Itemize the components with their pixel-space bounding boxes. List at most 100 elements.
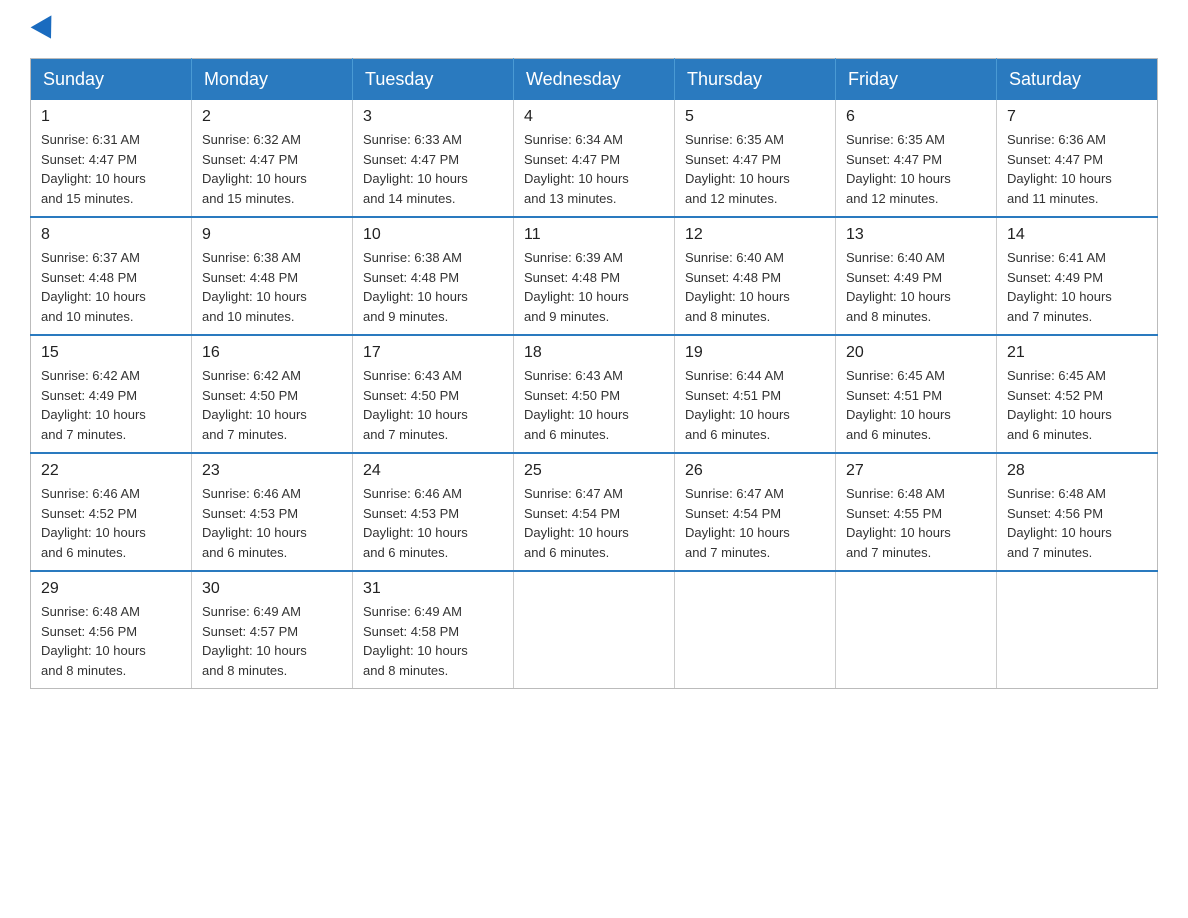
- day-info: Sunrise: 6:38 AMSunset: 4:48 PMDaylight:…: [363, 250, 468, 324]
- day-info: Sunrise: 6:48 AMSunset: 4:55 PMDaylight:…: [846, 486, 951, 560]
- logo: [30, 20, 58, 40]
- calendar-cell: 4 Sunrise: 6:34 AMSunset: 4:47 PMDayligh…: [514, 100, 675, 217]
- calendar-cell: 17 Sunrise: 6:43 AMSunset: 4:50 PMDaylig…: [353, 335, 514, 453]
- calendar-cell: 27 Sunrise: 6:48 AMSunset: 4:55 PMDaylig…: [836, 453, 997, 571]
- calendar-cell: 5 Sunrise: 6:35 AMSunset: 4:47 PMDayligh…: [675, 100, 836, 217]
- day-info: Sunrise: 6:38 AMSunset: 4:48 PMDaylight:…: [202, 250, 307, 324]
- day-info: Sunrise: 6:40 AMSunset: 4:49 PMDaylight:…: [846, 250, 951, 324]
- day-info: Sunrise: 6:36 AMSunset: 4:47 PMDaylight:…: [1007, 132, 1112, 206]
- day-info: Sunrise: 6:43 AMSunset: 4:50 PMDaylight:…: [363, 368, 468, 442]
- calendar-cell: 13 Sunrise: 6:40 AMSunset: 4:49 PMDaylig…: [836, 217, 997, 335]
- calendar-cell: 6 Sunrise: 6:35 AMSunset: 4:47 PMDayligh…: [836, 100, 997, 217]
- day-info: Sunrise: 6:37 AMSunset: 4:48 PMDaylight:…: [41, 250, 146, 324]
- day-number: 5: [685, 108, 825, 126]
- calendar-cell: 20 Sunrise: 6:45 AMSunset: 4:51 PMDaylig…: [836, 335, 997, 453]
- day-header-thursday: Thursday: [675, 59, 836, 101]
- calendar-cell: 21 Sunrise: 6:45 AMSunset: 4:52 PMDaylig…: [997, 335, 1158, 453]
- calendar-cell: 11 Sunrise: 6:39 AMSunset: 4:48 PMDaylig…: [514, 217, 675, 335]
- day-info: Sunrise: 6:42 AMSunset: 4:49 PMDaylight:…: [41, 368, 146, 442]
- calendar-body: 1 Sunrise: 6:31 AMSunset: 4:47 PMDayligh…: [31, 100, 1158, 689]
- week-row-4: 22 Sunrise: 6:46 AMSunset: 4:52 PMDaylig…: [31, 453, 1158, 571]
- calendar-cell: 8 Sunrise: 6:37 AMSunset: 4:48 PMDayligh…: [31, 217, 192, 335]
- day-number: 7: [1007, 108, 1147, 126]
- day-header-sunday: Sunday: [31, 59, 192, 101]
- day-number: 31: [363, 580, 503, 598]
- calendar-cell: 2 Sunrise: 6:32 AMSunset: 4:47 PMDayligh…: [192, 100, 353, 217]
- calendar-cell: 1 Sunrise: 6:31 AMSunset: 4:47 PMDayligh…: [31, 100, 192, 217]
- day-number: 3: [363, 108, 503, 126]
- calendar-cell: 26 Sunrise: 6:47 AMSunset: 4:54 PMDaylig…: [675, 453, 836, 571]
- day-number: 18: [524, 344, 664, 362]
- calendar-cell: 22 Sunrise: 6:46 AMSunset: 4:52 PMDaylig…: [31, 453, 192, 571]
- day-info: Sunrise: 6:49 AMSunset: 4:58 PMDaylight:…: [363, 604, 468, 678]
- day-header-wednesday: Wednesday: [514, 59, 675, 101]
- day-number: 12: [685, 226, 825, 244]
- day-info: Sunrise: 6:33 AMSunset: 4:47 PMDaylight:…: [363, 132, 468, 206]
- day-number: 24: [363, 462, 503, 480]
- calendar-cell: 16 Sunrise: 6:42 AMSunset: 4:50 PMDaylig…: [192, 335, 353, 453]
- day-number: 14: [1007, 226, 1147, 244]
- day-info: Sunrise: 6:40 AMSunset: 4:48 PMDaylight:…: [685, 250, 790, 324]
- day-number: 1: [41, 108, 181, 126]
- day-number: 25: [524, 462, 664, 480]
- calendar-cell: 24 Sunrise: 6:46 AMSunset: 4:53 PMDaylig…: [353, 453, 514, 571]
- calendar-cell: [997, 571, 1158, 689]
- day-number: 27: [846, 462, 986, 480]
- calendar-cell: 15 Sunrise: 6:42 AMSunset: 4:49 PMDaylig…: [31, 335, 192, 453]
- day-number: 30: [202, 580, 342, 598]
- logo-triangle-icon: [31, 15, 62, 44]
- week-row-2: 8 Sunrise: 6:37 AMSunset: 4:48 PMDayligh…: [31, 217, 1158, 335]
- day-header-friday: Friday: [836, 59, 997, 101]
- day-info: Sunrise: 6:31 AMSunset: 4:47 PMDaylight:…: [41, 132, 146, 206]
- calendar-cell: 14 Sunrise: 6:41 AMSunset: 4:49 PMDaylig…: [997, 217, 1158, 335]
- day-info: Sunrise: 6:35 AMSunset: 4:47 PMDaylight:…: [846, 132, 951, 206]
- day-info: Sunrise: 6:49 AMSunset: 4:57 PMDaylight:…: [202, 604, 307, 678]
- week-row-1: 1 Sunrise: 6:31 AMSunset: 4:47 PMDayligh…: [31, 100, 1158, 217]
- week-row-5: 29 Sunrise: 6:48 AMSunset: 4:56 PMDaylig…: [31, 571, 1158, 689]
- calendar-cell: 25 Sunrise: 6:47 AMSunset: 4:54 PMDaylig…: [514, 453, 675, 571]
- day-number: 8: [41, 226, 181, 244]
- day-number: 21: [1007, 344, 1147, 362]
- calendar-cell: 28 Sunrise: 6:48 AMSunset: 4:56 PMDaylig…: [997, 453, 1158, 571]
- day-info: Sunrise: 6:39 AMSunset: 4:48 PMDaylight:…: [524, 250, 629, 324]
- calendar-cell: 23 Sunrise: 6:46 AMSunset: 4:53 PMDaylig…: [192, 453, 353, 571]
- day-info: Sunrise: 6:45 AMSunset: 4:52 PMDaylight:…: [1007, 368, 1112, 442]
- day-info: Sunrise: 6:46 AMSunset: 4:53 PMDaylight:…: [202, 486, 307, 560]
- calendar-cell: 19 Sunrise: 6:44 AMSunset: 4:51 PMDaylig…: [675, 335, 836, 453]
- calendar-cell: [675, 571, 836, 689]
- day-number: 16: [202, 344, 342, 362]
- day-info: Sunrise: 6:47 AMSunset: 4:54 PMDaylight:…: [685, 486, 790, 560]
- day-header-saturday: Saturday: [997, 59, 1158, 101]
- calendar-cell: 10 Sunrise: 6:38 AMSunset: 4:48 PMDaylig…: [353, 217, 514, 335]
- day-info: Sunrise: 6:46 AMSunset: 4:52 PMDaylight:…: [41, 486, 146, 560]
- calendar-cell: 9 Sunrise: 6:38 AMSunset: 4:48 PMDayligh…: [192, 217, 353, 335]
- calendar-cell: 12 Sunrise: 6:40 AMSunset: 4:48 PMDaylig…: [675, 217, 836, 335]
- calendar-table: SundayMondayTuesdayWednesdayThursdayFrid…: [30, 58, 1158, 689]
- calendar-cell: [514, 571, 675, 689]
- week-row-3: 15 Sunrise: 6:42 AMSunset: 4:49 PMDaylig…: [31, 335, 1158, 453]
- header: [30, 20, 1158, 40]
- day-info: Sunrise: 6:41 AMSunset: 4:49 PMDaylight:…: [1007, 250, 1112, 324]
- day-header-monday: Monday: [192, 59, 353, 101]
- day-number: 23: [202, 462, 342, 480]
- day-number: 4: [524, 108, 664, 126]
- day-info: Sunrise: 6:44 AMSunset: 4:51 PMDaylight:…: [685, 368, 790, 442]
- day-number: 15: [41, 344, 181, 362]
- day-number: 9: [202, 226, 342, 244]
- day-info: Sunrise: 6:47 AMSunset: 4:54 PMDaylight:…: [524, 486, 629, 560]
- day-info: Sunrise: 6:45 AMSunset: 4:51 PMDaylight:…: [846, 368, 951, 442]
- calendar-cell: 7 Sunrise: 6:36 AMSunset: 4:47 PMDayligh…: [997, 100, 1158, 217]
- day-number: 11: [524, 226, 664, 244]
- day-number: 6: [846, 108, 986, 126]
- day-info: Sunrise: 6:35 AMSunset: 4:47 PMDaylight:…: [685, 132, 790, 206]
- calendar-cell: [836, 571, 997, 689]
- day-number: 10: [363, 226, 503, 244]
- day-header-tuesday: Tuesday: [353, 59, 514, 101]
- day-number: 13: [846, 226, 986, 244]
- calendar-cell: 29 Sunrise: 6:48 AMSunset: 4:56 PMDaylig…: [31, 571, 192, 689]
- day-number: 20: [846, 344, 986, 362]
- day-info: Sunrise: 6:32 AMSunset: 4:47 PMDaylight:…: [202, 132, 307, 206]
- day-number: 19: [685, 344, 825, 362]
- day-number: 2: [202, 108, 342, 126]
- day-info: Sunrise: 6:48 AMSunset: 4:56 PMDaylight:…: [1007, 486, 1112, 560]
